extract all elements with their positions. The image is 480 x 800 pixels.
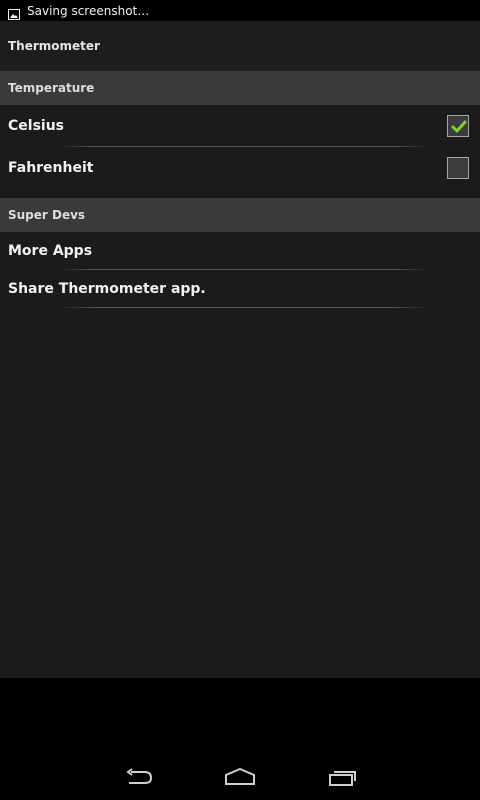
pref-celsius[interactable]: Celsius <box>0 105 480 147</box>
pref-label: Share Thermometer app. <box>8 281 206 297</box>
fahrenheit-checkbox[interactable] <box>447 157 469 179</box>
pref-label: Celsius <box>8 118 64 134</box>
celsius-checkbox[interactable] <box>447 115 469 137</box>
pref-label: Fahrenheit <box>8 160 94 176</box>
section-header-temperature: Temperature <box>0 71 480 105</box>
back-button[interactable] <box>118 762 158 792</box>
section-header-super-devs: Super Devs <box>0 198 480 232</box>
app-title: Thermometer <box>0 21 480 71</box>
home-icon <box>225 768 255 785</box>
home-button[interactable] <box>220 762 260 792</box>
image-icon <box>8 5 20 20</box>
recents-button[interactable] <box>323 762 363 792</box>
status-text: Saving screenshot… <box>27 3 150 18</box>
settings-screen: Thermometer Temperature Celsius Fahrenhe… <box>0 21 480 678</box>
back-icon <box>126 768 153 784</box>
pref-share-app[interactable]: Share Thermometer app. <box>0 270 480 308</box>
pref-more-apps[interactable]: More Apps <box>0 232 480 270</box>
recents-icon <box>329 771 356 786</box>
pref-fahrenheit[interactable]: Fahrenheit <box>0 147 480 189</box>
checkmark-icon <box>451 120 467 133</box>
pref-label: More Apps <box>8 243 93 259</box>
divider <box>58 307 430 308</box>
status-bar: Saving screenshot… <box>0 0 480 21</box>
